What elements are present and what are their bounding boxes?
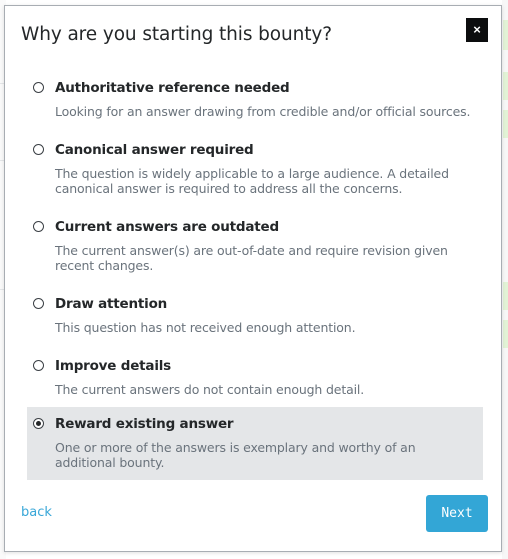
background-highlight — [503, 320, 508, 348]
radio-button[interactable] — [33, 298, 44, 309]
option-label: Improve details — [55, 358, 172, 374]
reason-options: Authoritative reference needed Looking f… — [27, 71, 483, 480]
option-authoritative-reference[interactable]: Authoritative reference needed Looking f… — [27, 71, 483, 127]
radio-button-checked[interactable] — [33, 418, 44, 429]
option-label: Draw attention — [55, 296, 168, 312]
back-link[interactable]: back — [21, 505, 52, 520]
next-button[interactable]: Next — [426, 495, 488, 532]
option-canonical-answer[interactable]: Canonical answer required The question i… — [27, 133, 483, 204]
option-description: The current answers do not contain enoug… — [55, 382, 365, 397]
radio-button[interactable] — [33, 82, 44, 93]
option-label: Reward existing answer — [55, 416, 234, 432]
bounty-reason-dialog: Why are you starting this bounty? × Auth… — [4, 5, 502, 552]
option-label: Current answers are outdated — [55, 219, 279, 235]
radio-button[interactable] — [33, 360, 44, 371]
option-description: This question has not received enough at… — [55, 320, 356, 335]
background-highlight — [503, 110, 508, 138]
background-highlight — [503, 282, 508, 310]
option-label: Authoritative reference needed — [55, 80, 290, 96]
option-label: Canonical answer required — [55, 142, 254, 158]
close-button[interactable]: × — [466, 18, 488, 42]
option-current-answers-outdated[interactable]: Current answers are outdated The current… — [27, 210, 483, 281]
option-description: Looking for an answer drawing from credi… — [55, 104, 471, 119]
close-icon: × — [473, 22, 481, 37]
dialog-title: Why are you starting this bounty? — [21, 24, 332, 45]
radio-button[interactable] — [33, 221, 44, 232]
option-improve-details[interactable]: Improve details The current answers do n… — [27, 349, 483, 405]
radio-button[interactable] — [33, 144, 44, 155]
option-description: One or more of the answers is exemplary … — [55, 440, 416, 470]
option-description: The question is widely applicable to a l… — [55, 166, 449, 196]
option-draw-attention[interactable]: Draw attention This question has not rec… — [27, 287, 483, 343]
option-reward-existing-answer[interactable]: Reward existing answer One or more of th… — [27, 407, 483, 480]
background-highlight — [503, 72, 508, 100]
background-highlight — [503, 20, 508, 50]
option-description: The current answer(s) are out-of-date an… — [55, 243, 448, 273]
